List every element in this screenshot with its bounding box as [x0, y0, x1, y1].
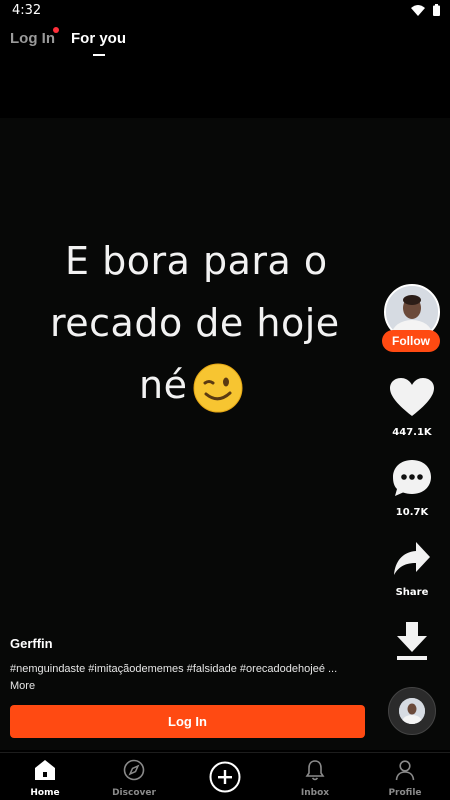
person-icon: [395, 760, 415, 781]
nav-create[interactable]: [195, 761, 255, 798]
post-hashtags[interactable]: #nemguindaste #imitaçãodememes #falsidad…: [10, 663, 337, 675]
like-action[interactable]: 447.1K: [382, 378, 442, 438]
caption-line-1: E bora para o: [65, 239, 328, 283]
author-name[interactable]: Gerffin: [10, 636, 53, 651]
nav-profile[interactable]: Profile: [375, 759, 435, 798]
music-disc-avatar: [399, 698, 425, 724]
download-icon: [397, 622, 427, 660]
like-count: 447.1K: [392, 427, 432, 438]
top-nav: Log In For you: [10, 27, 126, 58]
compass-icon: [123, 759, 145, 781]
battery-icon: [433, 4, 440, 16]
nav-discover[interactable]: Discover: [104, 759, 164, 798]
comment-count: 10.7K: [395, 507, 429, 518]
nav-home-label: Home: [30, 788, 60, 798]
bottom-nav: Home Discover Inbox Profile: [0, 752, 450, 800]
caption-line-3: né: [50, 354, 370, 416]
share-label: Share: [395, 587, 429, 598]
notification-dot: [53, 27, 59, 33]
more-link[interactable]: More: [10, 680, 35, 692]
wifi-icon: [411, 4, 425, 16]
login-button[interactable]: Log In: [10, 705, 365, 738]
tab-login-label: Log In: [10, 30, 55, 47]
music-disc[interactable]: [388, 687, 436, 735]
winking-face-emoji-icon: [193, 363, 243, 412]
nav-inbox[interactable]: Inbox: [285, 759, 345, 798]
nav-inbox-label: Inbox: [300, 788, 330, 798]
plus-icon: [209, 761, 241, 793]
tab-for-you[interactable]: For you: [71, 30, 126, 58]
status-time: 4:32: [12, 3, 42, 18]
status-bar: 4:32: [0, 0, 450, 22]
download-action[interactable]: [382, 622, 442, 667]
share-arrow-icon: [394, 542, 430, 575]
tab-for-you-label: For you: [71, 30, 126, 47]
comment-bubble-icon: [393, 460, 431, 496]
disc-avatar-image: [399, 698, 425, 724]
active-tab-indicator: [92, 54, 105, 56]
comment-action[interactable]: 10.7K: [382, 458, 442, 518]
nav-discover-label: Discover: [112, 788, 156, 798]
caption-line-3-text: né: [139, 363, 188, 407]
caption-line-2: recado de hoje: [50, 301, 340, 345]
follow-button[interactable]: Follow: [382, 330, 440, 352]
bell-icon: [305, 760, 325, 781]
nav-home[interactable]: Home: [15, 759, 75, 798]
status-icons: [411, 4, 440, 16]
nav-profile-label: Profile: [388, 788, 422, 798]
video-caption: E bora para o recado de hoje né: [50, 230, 370, 416]
share-action[interactable]: Share: [382, 540, 442, 598]
heart-icon: [390, 378, 434, 416]
home-icon: [35, 760, 55, 780]
tab-login[interactable]: Log In: [10, 27, 59, 58]
